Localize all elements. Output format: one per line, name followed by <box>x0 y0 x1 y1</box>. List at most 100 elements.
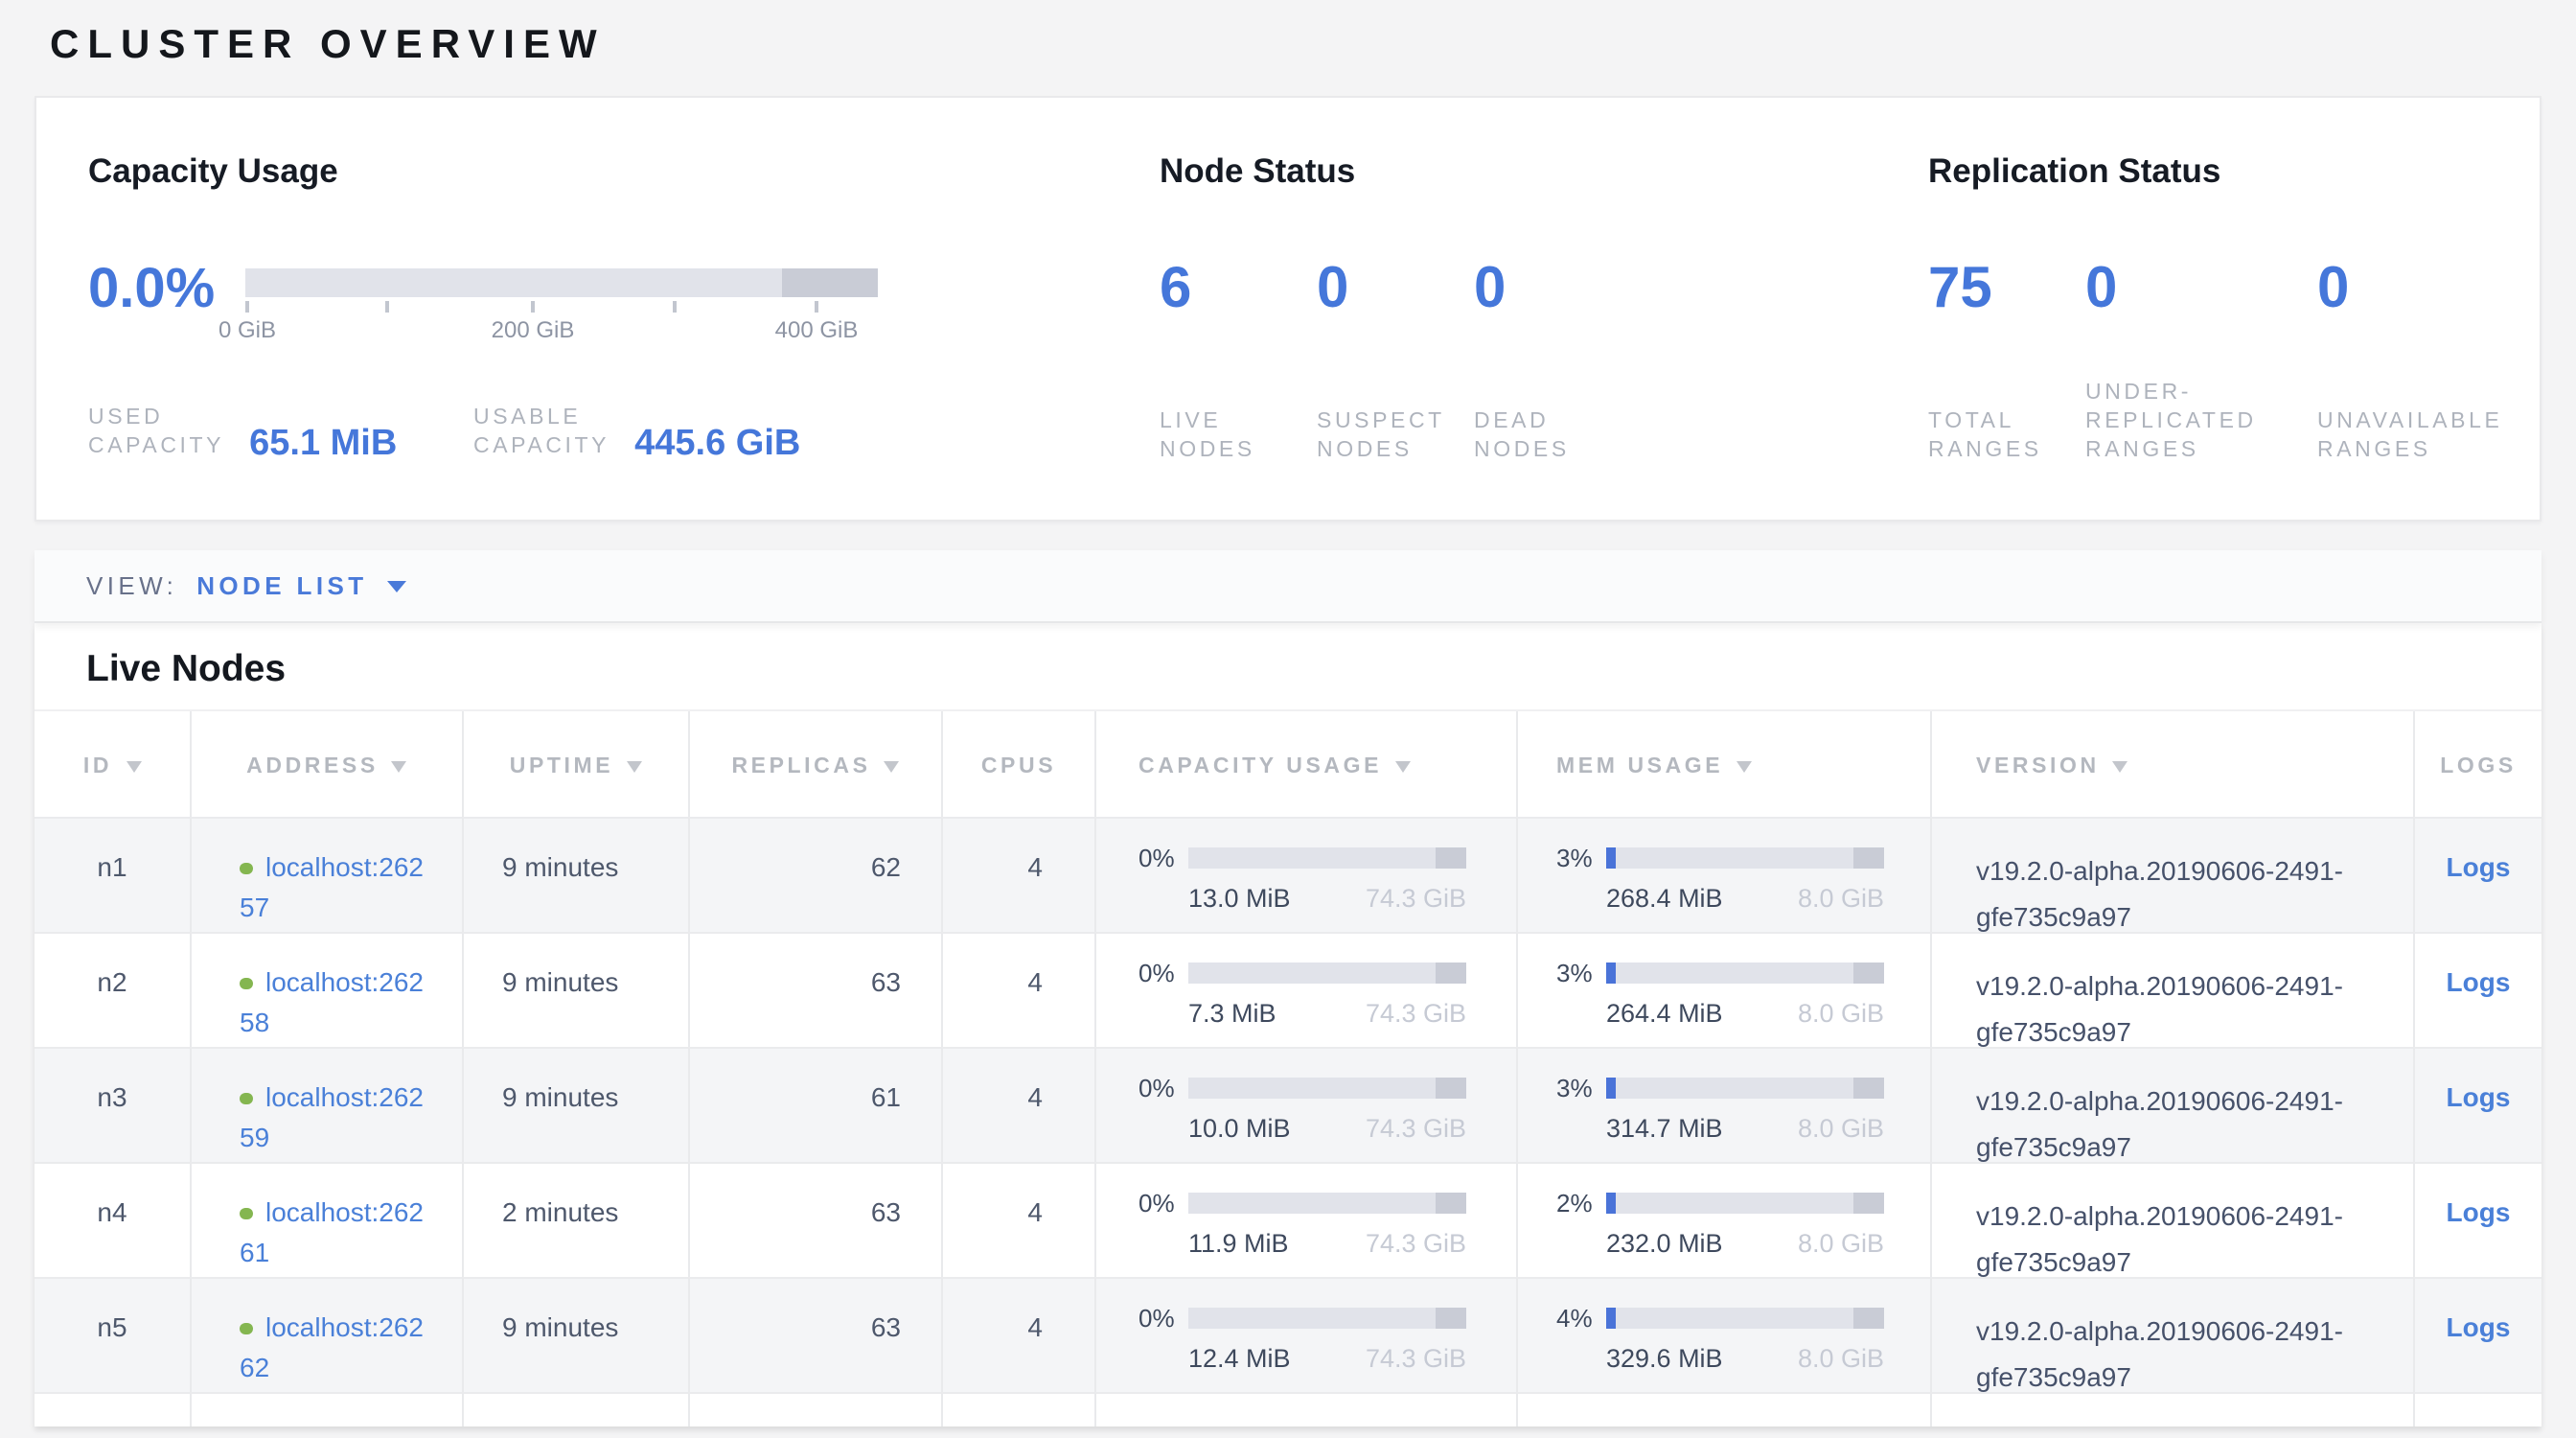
capacity-gauge-bar <box>245 268 878 297</box>
meter-end-segment <box>1436 1078 1466 1099</box>
gauge-tick <box>815 301 818 313</box>
header-address[interactable]: ADDRESS <box>190 711 462 817</box>
node-address-link[interactable]: 58 <box>240 1007 462 1037</box>
capacity-total-value: 74.3 GiB <box>1366 884 1466 913</box>
node-address-link[interactable]: 57 <box>240 892 462 922</box>
replicas-cell: 63 <box>688 1277 941 1400</box>
node-address-link[interactable]: localhost:262 <box>265 1196 424 1227</box>
sort-desc-icon <box>392 761 407 773</box>
under-replicated-ranges-stat: 0 UNDER- REPLICATED RANGES <box>2085 261 2117 466</box>
node-address-link[interactable]: 62 <box>240 1352 462 1382</box>
table-row: n4 localhost:262 61 2 minutes 63 4 0% 11… <box>34 1162 2542 1277</box>
header-cpus[interactable]: CPUS <box>941 711 1094 817</box>
node-id-cell: n3 <box>34 1047 190 1170</box>
mem-usage-cell: 3% 314.7 MiB8.0 GiB <box>1516 1047 1930 1170</box>
sort-desc-icon <box>627 761 642 773</box>
meter-end-segment <box>1853 963 1884 984</box>
meter-end-segment <box>1853 1078 1884 1099</box>
logs-link[interactable]: Logs <box>2447 1081 2511 1112</box>
unavailable-ranges-stat: 0 UNAVAILABLE RANGES <box>2317 261 2349 466</box>
cpus-cell: 4 <box>941 1047 1094 1170</box>
live-nodes-label: LIVE NODES <box>1160 408 1255 466</box>
header-version[interactable]: VERSION <box>1930 711 2413 817</box>
capacity-usage-cell: 0% 11.9 MiB74.3 GiB <box>1094 1162 1516 1285</box>
mem-percent: 2% <box>1556 1189 1595 1218</box>
header-mem-usage[interactable]: MEM USAGE <box>1516 711 1930 817</box>
logs-link[interactable]: Logs <box>2447 966 2511 997</box>
live-nodes-card: Live Nodes ID ADDRESS UPTIME REPLICAS CP… <box>34 623 2542 1426</box>
suspect-nodes-label: SUSPECT NODES <box>1317 408 1445 466</box>
view-dropdown[interactable]: NODE LIST <box>196 571 405 600</box>
capacity-used-value: 10.0 MiB <box>1188 1114 1291 1143</box>
table-row: n2 localhost:262 58 9 minutes 63 4 0% 7.… <box>34 932 2542 1047</box>
node-address-link[interactable]: 59 <box>240 1122 462 1152</box>
version-cell: v19.2.0-alpha.20190606-2491-gfe735c9a97 <box>1930 817 2413 939</box>
suspect-nodes-value: 0 <box>1317 261 1348 318</box>
suspect-nodes-stat: 0 SUSPECT NODES <box>1317 261 1348 466</box>
node-id-cell: n2 <box>34 932 190 1055</box>
logs-cell: Logs <box>2413 1162 2542 1285</box>
node-address-link[interactable]: localhost:262 <box>265 1081 424 1112</box>
gauge-tick-label: 200 GiB <box>492 316 575 343</box>
capacity-meter <box>1188 963 1466 984</box>
node-live-icon <box>240 977 252 989</box>
mem-meter <box>1606 1308 1884 1329</box>
version-cell: v19.2.0-alpha.20190606-2491-gfe735c9a97 <box>1930 1162 2413 1285</box>
capacity-usage-cell: 0% 7.3 MiB74.3 GiB <box>1094 932 1516 1055</box>
capacity-gauge-reserved-segment <box>782 268 878 297</box>
logs-link[interactable]: Logs <box>2447 1196 2511 1227</box>
replicas-cell: 63 <box>688 1162 941 1285</box>
meter-end-segment <box>1436 1308 1466 1329</box>
gauge-tick <box>385 301 389 313</box>
logs-cell: Logs <box>2413 817 2542 939</box>
header-capacity-usage[interactable]: CAPACITY USAGE <box>1094 711 1516 817</box>
mem-used-value: 232.0 MiB <box>1606 1229 1723 1258</box>
mem-total-value: 8.0 GiB <box>1798 1229 1884 1258</box>
meter-end-segment <box>1853 847 1884 869</box>
mem-used-value: 329.6 MiB <box>1606 1344 1723 1373</box>
mem-usage-cell: 4% 329.6 MiB8.0 GiB <box>1516 1277 1930 1400</box>
node-id-cell: n4 <box>34 1162 190 1285</box>
gauge-tick <box>673 301 677 313</box>
usable-capacity-value: 445.6 GiB <box>634 424 800 466</box>
chevron-down-icon <box>387 581 406 592</box>
page-title: CLUSTER OVERVIEW <box>50 23 606 69</box>
meter-end-segment <box>1853 1193 1884 1214</box>
sort-desc-icon <box>885 761 900 773</box>
node-live-icon <box>240 1207 252 1219</box>
mem-total-value: 8.0 GiB <box>1798 999 1884 1028</box>
header-id[interactable]: ID <box>34 711 190 817</box>
node-id-cell: n5 <box>34 1277 190 1400</box>
node-address-link[interactable]: localhost:262 <box>265 966 424 997</box>
node-live-icon <box>240 862 252 874</box>
mem-percent: 3% <box>1556 959 1595 987</box>
logs-cell: Logs <box>2413 1047 2542 1170</box>
capacity-percent: 0% <box>1138 1189 1177 1218</box>
node-address-cell: localhost:262 62 <box>190 1277 462 1400</box>
logs-link[interactable]: Logs <box>2447 851 2511 882</box>
header-replicas[interactable]: REPLICAS <box>688 711 941 817</box>
capacity-meter <box>1188 847 1466 869</box>
uptime-cell: 2 minutes <box>462 1162 688 1285</box>
node-status-title: Node Status <box>1160 151 1355 192</box>
node-live-icon <box>240 1092 252 1104</box>
node-address-link[interactable]: localhost:262 <box>265 851 424 882</box>
cpus-cell: 4 <box>941 1162 1094 1285</box>
meter-end-segment <box>1436 1193 1466 1214</box>
replicas-cell: 61 <box>688 1047 941 1170</box>
capacity-used-value: 13.0 MiB <box>1188 884 1291 913</box>
header-uptime[interactable]: UPTIME <box>462 711 688 817</box>
node-address-cell: localhost:262 57 <box>190 817 462 939</box>
cpus-cell: 4 <box>941 932 1094 1055</box>
logs-link[interactable]: Logs <box>2447 1311 2511 1342</box>
used-capacity-stat: USED CAPACITY 65.1 MiB <box>88 405 397 462</box>
capacity-usage-title: Capacity Usage <box>88 151 338 192</box>
mem-percent: 3% <box>1556 1074 1595 1102</box>
view-label: VIEW: <box>86 571 177 600</box>
node-address-link[interactable]: 61 <box>240 1237 462 1267</box>
node-address-link[interactable]: localhost:262 <box>265 1311 424 1342</box>
meter-end-segment <box>1436 847 1466 869</box>
table-header-row: ID ADDRESS UPTIME REPLICAS CPUS CAPACITY… <box>34 709 2542 817</box>
dead-nodes-label: DEAD NODES <box>1474 408 1570 466</box>
capacity-percent: 0% <box>1138 1074 1177 1102</box>
